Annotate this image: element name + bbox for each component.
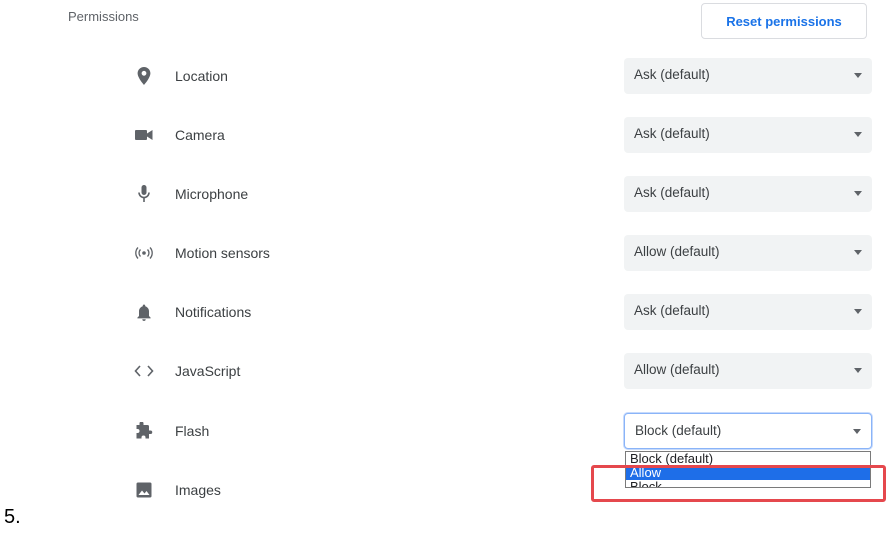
permission-row-location: Location Ask (default) xyxy=(0,56,890,96)
chevron-down-icon xyxy=(854,191,862,196)
permission-row-microphone: Microphone Ask (default) xyxy=(0,174,890,214)
bell-icon xyxy=(134,302,154,322)
permission-label: JavaScript xyxy=(175,363,241,379)
permission-label: Location xyxy=(175,68,228,84)
permission-select-flash[interactable]: Block (default) xyxy=(624,413,872,449)
select-value: Ask (default) xyxy=(634,185,710,200)
permission-label: Images xyxy=(175,482,221,498)
select-value: Allow (default) xyxy=(634,362,720,377)
permission-row-flash: Flash Block (default) xyxy=(0,411,890,451)
select-value: Block (default) xyxy=(635,423,722,438)
chevron-down-icon xyxy=(854,132,862,137)
reset-permissions-button[interactable]: Reset permissions xyxy=(701,3,867,39)
chevron-down-icon xyxy=(854,368,862,373)
permission-row-motion-sensors: Motion sensors Allow (default) xyxy=(0,233,890,273)
permissions-page: Permissions Reset permissions Location A… xyxy=(0,0,890,535)
permission-row-javascript: JavaScript Allow (default) xyxy=(0,351,890,391)
permission-select-camera[interactable]: Ask (default) xyxy=(624,117,872,153)
step-number: 5. xyxy=(4,506,21,528)
motion-sensors-icon xyxy=(134,243,154,263)
dropdown-option-block-default[interactable]: Block (default) xyxy=(626,452,870,466)
select-value: Ask (default) xyxy=(634,67,710,82)
permission-select-notifications[interactable]: Ask (default) xyxy=(624,294,872,330)
permission-select-motion-sensors[interactable]: Allow (default) xyxy=(624,235,872,271)
permission-select-location[interactable]: Ask (default) xyxy=(624,58,872,94)
select-value: Ask (default) xyxy=(634,303,710,318)
permission-label: Notifications xyxy=(175,304,252,320)
section-title: Permissions xyxy=(68,9,139,24)
permission-label: Microphone xyxy=(175,186,249,202)
select-value: Allow (default) xyxy=(634,244,720,259)
chevron-down-icon xyxy=(854,309,862,314)
permission-label: Camera xyxy=(175,127,225,143)
microphone-icon xyxy=(134,184,154,204)
chevron-down-icon xyxy=(853,429,861,434)
location-pin-icon xyxy=(134,66,154,86)
code-brackets-icon xyxy=(134,361,154,381)
permission-label: Motion sensors xyxy=(175,245,270,261)
image-icon xyxy=(134,480,154,500)
select-value: Ask (default) xyxy=(634,126,710,141)
permission-row-notifications: Notifications Ask (default) xyxy=(0,292,890,332)
permission-row-camera: Camera Ask (default) xyxy=(0,115,890,155)
camera-icon xyxy=(134,125,154,145)
chevron-down-icon xyxy=(854,250,862,255)
permission-select-javascript[interactable]: Allow (default) xyxy=(624,353,872,389)
permission-label: Flash xyxy=(175,423,210,439)
puzzle-piece-icon xyxy=(134,421,154,441)
permission-select-microphone[interactable]: Ask (default) xyxy=(624,176,872,212)
chevron-down-icon xyxy=(854,73,862,78)
highlight-annotation-box xyxy=(591,465,886,502)
